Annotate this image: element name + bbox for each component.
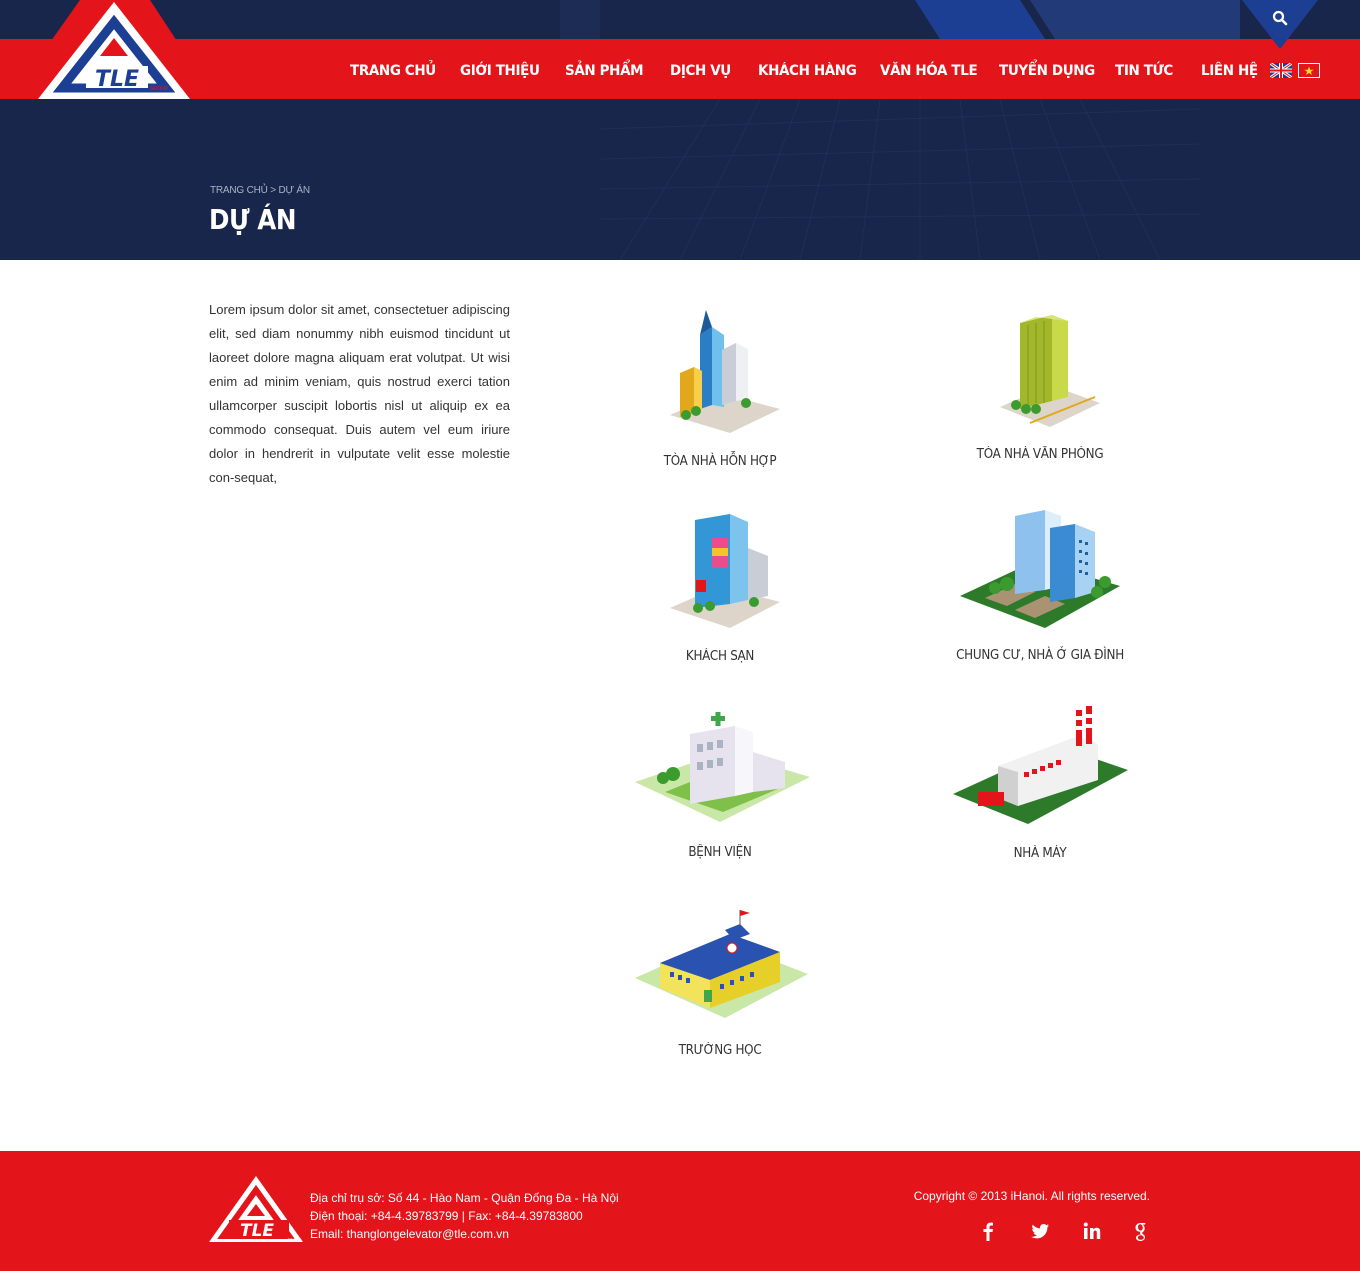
vn-flag-icon[interactable] [1298, 63, 1320, 78]
nav-item-contact[interactable]: LIÊN HỆ [1201, 39, 1258, 99]
apartment-icon [960, 510, 1120, 628]
nav-item-customers[interactable]: KHÁCH HÀNG [758, 39, 857, 99]
nav-item-about[interactable]: GIỚI THIỆU [460, 39, 540, 99]
footer-contact-info: Địa chỉ trụ sở: Số 44 - Hào Nam - Quận Đ… [310, 1189, 619, 1243]
category-label: TRƯỜNG HỌC [678, 1043, 762, 1058]
category-label: TÒA NHÀ VĂN PHÒNG [976, 447, 1104, 462]
site-footer: TLE GROUP Địa chỉ trụ sở: Số 44 - Hào Na… [0, 1151, 1360, 1271]
category-label: KHÁCH SẠN [685, 649, 755, 664]
page-title: DỰ ÁN [209, 203, 297, 236]
hotel-icon [670, 514, 780, 628]
twitter-icon[interactable] [1028, 1219, 1052, 1243]
category-school[interactable]: TRƯỜNG HỌC [600, 908, 840, 1058]
breadcrumb-separator: > [270, 185, 276, 196]
school-icon [635, 910, 808, 1018]
category-factory[interactable]: NHÀ MÁY [920, 706, 1160, 861]
nav-item-home[interactable]: TRANG CHỦ [350, 39, 436, 99]
nav-item-products[interactable]: SẢN PHẨM [565, 39, 644, 99]
footer-email[interactable]: Email: thanglongelevator@tle.com.vn [310, 1225, 619, 1243]
nav-item-services[interactable]: DỊCH VỤ [670, 39, 731, 99]
hero-background [599, 99, 1201, 260]
footer-address: Địa chỉ trụ sở: Số 44 - Hào Nam - Quận Đ… [310, 1191, 619, 1205]
category-label: BỆNH VIỆN [688, 845, 752, 860]
category-hotel[interactable]: KHÁCH SẠN [600, 508, 840, 664]
footer-copyright: Copyright © 2013 iHanoi. All rights rese… [913, 1189, 1150, 1203]
intro-text: Lorem ipsum dolor sit amet, consectetuer… [209, 302, 510, 485]
breadcrumb: TRANG CHỦ > DỰ ÁN [210, 185, 310, 196]
nav-item-culture[interactable]: VĂN HÓA TLE [880, 39, 978, 99]
uk-flag-icon[interactable] [1270, 63, 1292, 78]
category-hospital[interactable]: BỆNH VIỆN [600, 712, 840, 860]
nav-item-careers[interactable]: TUYỂN DỤNG [999, 39, 1095, 99]
category-label: CHUNG CƯ, NHÀ Ở GIA ĐÌNH [956, 648, 1124, 663]
breadcrumb-current: DỰ ÁN [278, 185, 310, 196]
category-mixed-building[interactable]: TÒA NHÀ HỖN HỢP [600, 305, 840, 469]
office-building-icon [1000, 315, 1100, 427]
search-icon[interactable] [1272, 10, 1288, 26]
category-office-building[interactable]: TÒA NHÀ VĂN PHÒNG [920, 305, 1160, 462]
facebook-icon[interactable] [976, 1219, 1000, 1243]
footer-phone: Điện thoại: +84-4.39783799 | Fax: +84-4.… [310, 1209, 583, 1223]
category-label: TÒA NHÀ HỖN HỢP [663, 454, 777, 469]
svg-text:GROUP: GROUP [287, 1238, 302, 1243]
page-hero: TRANG CHỦ > DỰ ÁN DỰ ÁN [0, 99, 1360, 260]
main-nav: TRANG CHỦ GIỚI THIỆU SẢN PHẨM DỊCH VỤ KH… [0, 39, 1360, 99]
mixed-building-icon [670, 310, 780, 433]
google-plus-icon[interactable] [1128, 1219, 1152, 1243]
breadcrumb-home[interactable]: TRANG CHỦ [210, 185, 268, 196]
factory-icon [952, 706, 1128, 824]
footer-logo[interactable]: TLE GROUP [209, 1176, 303, 1246]
svg-text:TLE: TLE [240, 1221, 274, 1241]
category-apartment[interactable]: CHUNG CƯ, NHÀ Ở GIA ĐÌNH [920, 506, 1160, 663]
linkedin-icon[interactable] [1080, 1219, 1104, 1243]
hospital-icon [635, 712, 810, 822]
category-label: NHÀ MÁY [1013, 846, 1067, 861]
nav-item-news[interactable]: TIN TỨC [1115, 39, 1173, 99]
